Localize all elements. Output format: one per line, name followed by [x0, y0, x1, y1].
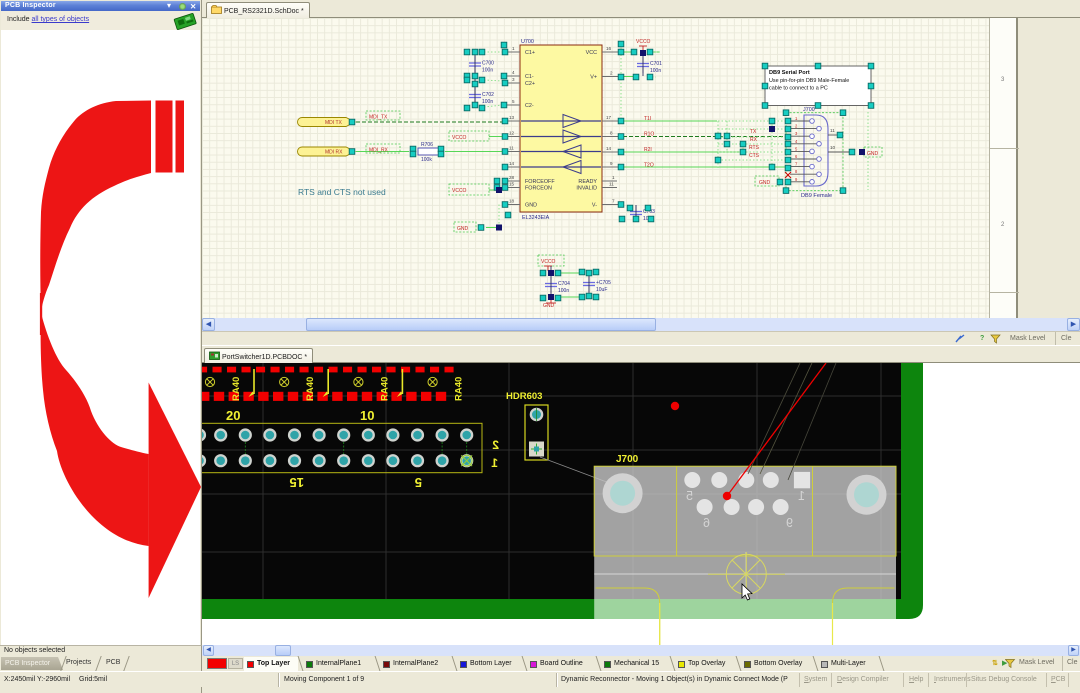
svg-text:13: 13: [509, 115, 515, 120]
svg-text:10uF: 10uF: [596, 287, 607, 293]
svg-text:11: 11: [509, 146, 514, 151]
svg-text:12: 12: [509, 131, 515, 136]
svg-text:15: 15: [509, 182, 515, 187]
svg-text:C2+: C2+: [525, 81, 535, 87]
svg-text:10: 10: [830, 145, 836, 150]
svg-text:R706: R706: [421, 142, 433, 148]
svg-text:8: 8: [610, 131, 613, 136]
svg-text:11: 11: [609, 182, 614, 187]
svg-text:4: 4: [512, 70, 515, 75]
svg-text:RX: RX: [750, 137, 758, 143]
svg-text:1: 1: [795, 116, 798, 121]
svg-text:3: 3: [795, 131, 798, 136]
svg-text:18: 18: [509, 199, 515, 204]
svg-text:GND: GND: [543, 303, 555, 309]
svg-text:VCCO: VCCO: [452, 188, 467, 194]
svg-text:14: 14: [606, 146, 612, 151]
svg-text:RA40: RA40: [379, 377, 390, 401]
svg-text:14: 14: [509, 161, 515, 166]
svg-text:1: 1: [491, 456, 498, 470]
svg-text:5: 5: [512, 99, 515, 104]
svg-text:R1O: R1O: [644, 132, 654, 138]
svg-text:FORCEON: FORCEON: [525, 186, 552, 192]
svg-text:28: 28: [509, 175, 515, 180]
svg-text:7: 7: [612, 199, 615, 204]
svg-text:10: 10: [360, 408, 374, 423]
svg-text:2: 2: [610, 71, 613, 76]
svg-text:+C705: +C705: [596, 280, 611, 286]
svg-text:C1-: C1-: [525, 74, 534, 80]
svg-text:DB9 Female: DB9 Female: [801, 193, 832, 199]
svg-text:GND: GND: [525, 203, 537, 209]
svg-text:R2I: R2I: [644, 147, 652, 153]
svg-text:17: 17: [606, 115, 612, 120]
svg-text:100n: 100n: [482, 99, 493, 105]
svg-text:15: 15: [290, 475, 304, 490]
svg-text:VCCO: VCCO: [541, 259, 556, 265]
svg-text:J700: J700: [616, 454, 639, 465]
svg-text:TX: TX: [750, 129, 757, 135]
svg-text:Use pin-for-pin DB9 Male-Femal: Use pin-for-pin DB9 Male-Female: [769, 78, 849, 84]
svg-text:100n: 100n: [650, 68, 661, 74]
svg-text:8: 8: [795, 169, 798, 174]
svg-text:RA40: RA40: [305, 377, 316, 401]
svg-text:C701: C701: [650, 61, 662, 67]
svg-text:RTS: RTS: [749, 145, 760, 151]
svg-text:1: 1: [798, 489, 805, 503]
svg-text:100n: 100n: [482, 68, 493, 74]
svg-text:7: 7: [795, 162, 798, 167]
svg-text:VCCO: VCCO: [452, 135, 467, 141]
svg-text:C1+: C1+: [525, 50, 535, 56]
svg-text:11: 11: [830, 128, 835, 133]
svg-text:C2-: C2-: [525, 103, 534, 109]
svg-text:J700: J700: [803, 107, 815, 113]
svg-text:5: 5: [795, 146, 798, 151]
svg-text:EL3243EIA: EL3243EIA: [522, 215, 550, 221]
svg-text:1: 1: [612, 175, 615, 180]
svg-text:20: 20: [226, 408, 240, 423]
svg-text:6: 6: [795, 154, 798, 159]
svg-text:RTS and CTS not used: RTS and CTS not used: [298, 187, 386, 197]
svg-text:cable to connect to a PC: cable to connect to a PC: [769, 86, 828, 92]
svg-text:FORCEOFF: FORCEOFF: [525, 179, 555, 185]
svg-text:VCC: VCC: [586, 50, 597, 56]
svg-text:V-: V-: [592, 203, 597, 209]
svg-text:5: 5: [686, 489, 693, 503]
svg-text:T1I: T1I: [644, 116, 651, 122]
svg-text:9: 9: [786, 516, 793, 530]
svg-text:3: 3: [512, 77, 515, 82]
svg-text:2: 2: [795, 124, 798, 129]
svg-text:2: 2: [492, 438, 499, 452]
svg-text:MDI_TX: MDI_TX: [369, 115, 388, 121]
svg-text:C704: C704: [558, 281, 570, 287]
svg-text:INVALID: INVALID: [576, 186, 597, 192]
svg-text:C702: C702: [482, 92, 494, 98]
svg-text:9: 9: [610, 161, 613, 166]
svg-text:READY: READY: [578, 179, 597, 185]
svg-text:4: 4: [795, 139, 798, 144]
svg-text:GND: GND: [457, 226, 469, 232]
svg-text:MDI_RX: MDI_RX: [369, 148, 389, 154]
svg-text:RA40: RA40: [454, 377, 465, 401]
svg-text:HDR603: HDR603: [506, 391, 542, 402]
svg-text:5: 5: [415, 475, 422, 490]
svg-text:9: 9: [795, 177, 798, 182]
svg-text:100k: 100k: [421, 157, 432, 163]
svg-text:RA40: RA40: [231, 377, 242, 401]
svg-text:100n: 100n: [558, 288, 569, 294]
svg-text:GND: GND: [867, 151, 879, 157]
svg-text:16: 16: [606, 46, 612, 51]
svg-text:C700: C700: [482, 61, 494, 67]
svg-text:MDI TX: MDI TX: [325, 120, 343, 126]
svg-text:MDI RX: MDI RX: [325, 150, 343, 156]
svg-text:T2O: T2O: [644, 163, 654, 169]
svg-text:DB9 Serial Port: DB9 Serial Port: [769, 70, 810, 76]
svg-text:U700: U700: [521, 39, 534, 45]
svg-text:1: 1: [512, 46, 515, 51]
svg-text:GND: GND: [759, 180, 771, 186]
svg-text:6: 6: [703, 516, 710, 530]
svg-text:VCCO: VCCO: [636, 39, 651, 45]
svg-text:CTS: CTS: [749, 153, 760, 159]
svg-text:V+: V+: [590, 75, 597, 81]
